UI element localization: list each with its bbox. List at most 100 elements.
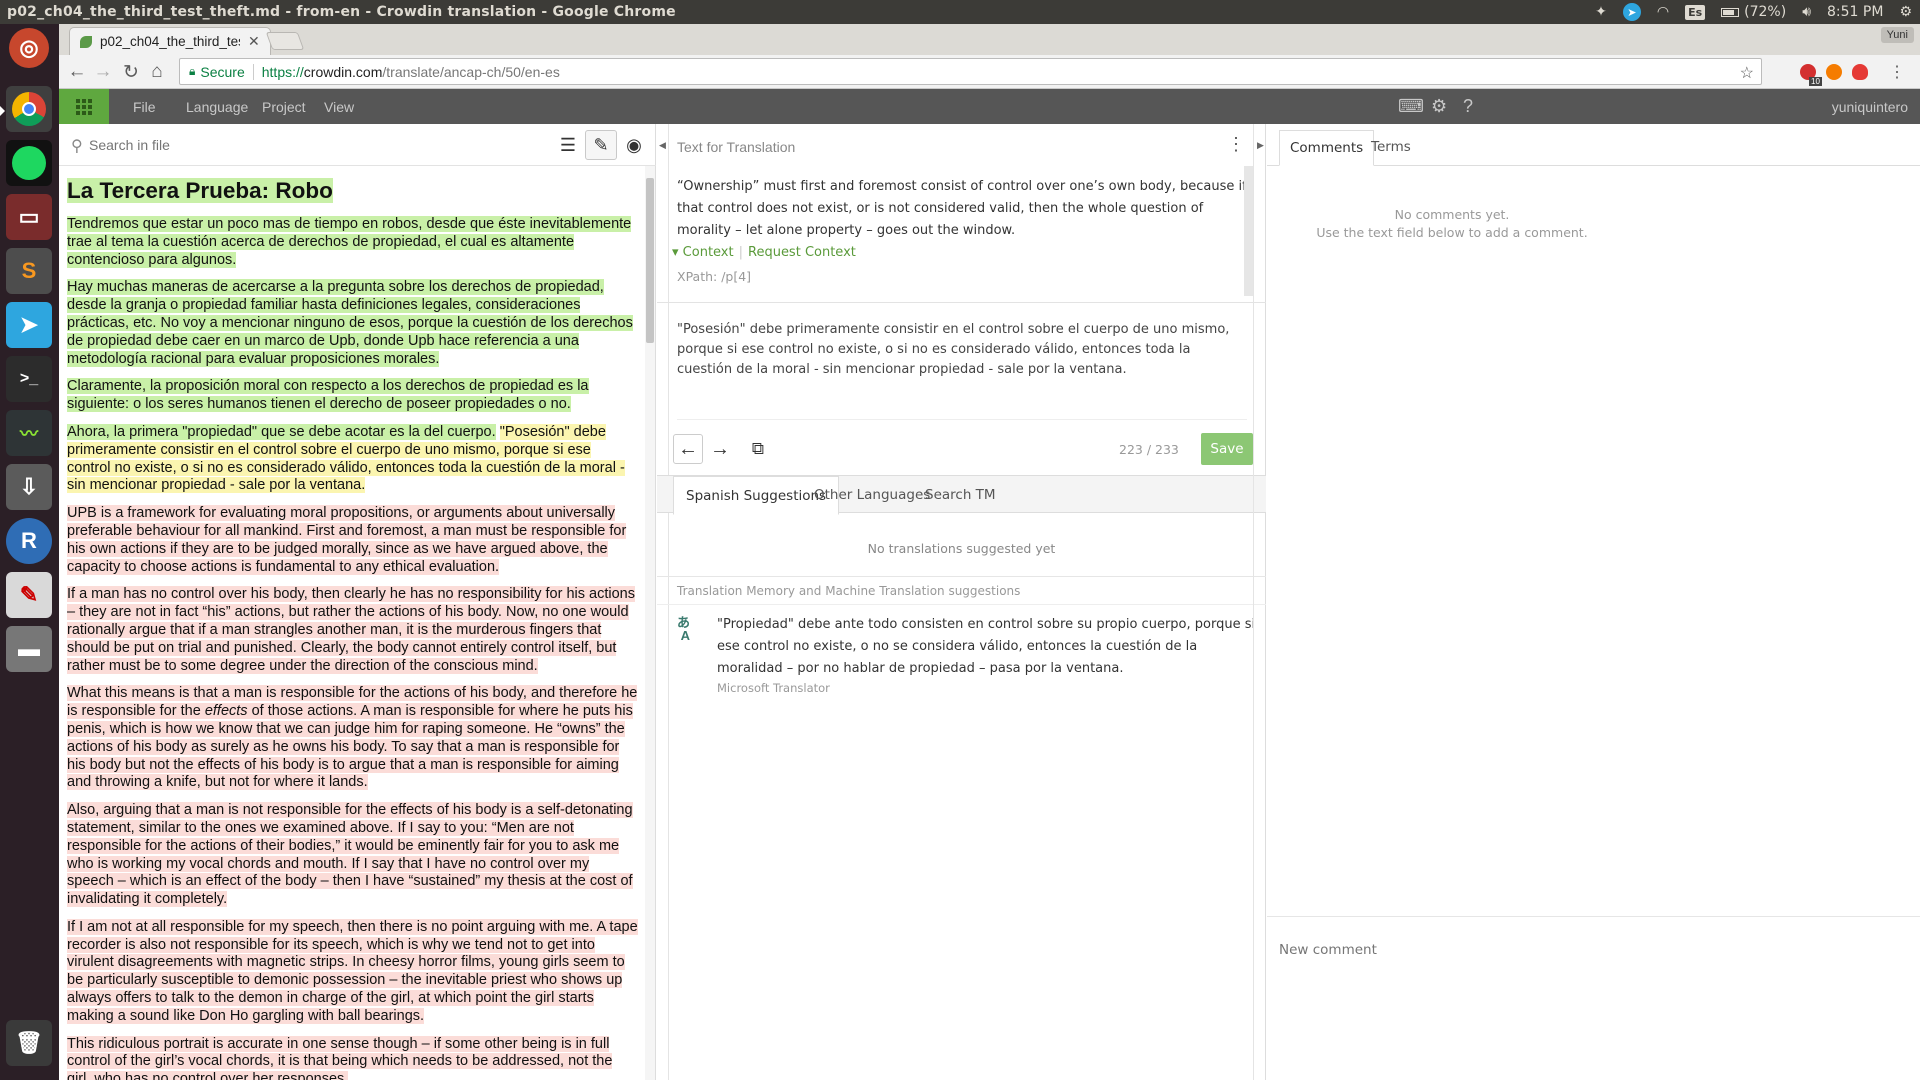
collapse-right-panel-button[interactable]: ▶ xyxy=(1253,124,1265,1080)
segment-translated[interactable]: Tendremos que estar un poco mas de tiemp… xyxy=(67,216,632,268)
scrollbar-thumb[interactable] xyxy=(646,178,654,343)
menu-view[interactable]: View xyxy=(324,99,354,115)
telegram-icon[interactable]: ➤ xyxy=(6,302,52,348)
segment-untranslated[interactable]: What this means is that a man is respons… xyxy=(67,685,638,791)
file-manager-icon[interactable]: ▭ xyxy=(6,194,52,240)
menu-language[interactable]: Language xyxy=(186,99,248,115)
spotify-icon[interactable] xyxy=(6,140,52,186)
more-vertical-icon[interactable]: ⋮ xyxy=(1227,134,1245,155)
request-context-link[interactable]: Request Context xyxy=(748,245,856,260)
crowdin-editor: File Language Project View ⌨ ⚙ ? yuniqui… xyxy=(59,89,1920,1080)
new-tab-button[interactable] xyxy=(265,32,305,50)
search-icon: ⚲ xyxy=(71,138,83,155)
drive-icon[interactable]: ▬ xyxy=(6,626,52,672)
forward-arrow-icon[interactable]: → xyxy=(91,60,115,84)
username-menu[interactable]: yuniquintero xyxy=(1832,99,1908,115)
help-icon[interactable]: ? xyxy=(1463,96,1473,117)
system-monitor-icon[interactable]: 〰 xyxy=(6,410,52,456)
divider: | xyxy=(738,245,743,260)
r-language-icon[interactable]: R xyxy=(6,518,52,564)
clock[interactable]: 8:51 PM xyxy=(1819,0,1891,24)
comments-pane: Comments Terms No comments yet. Use the … xyxy=(1267,124,1920,1080)
keyboard-layout-indicator[interactable]: Es xyxy=(1677,0,1713,24)
next-string-arrow-icon[interactable]: → xyxy=(705,434,735,464)
keyboard-icon[interactable]: ⌨ xyxy=(1398,96,1424,117)
trash-icon[interactable]: 🗑︎ xyxy=(6,1020,52,1066)
source-scrollbar[interactable] xyxy=(1244,166,1253,296)
segment-untranslated[interactable]: UPB is a framework for evaluating moral … xyxy=(67,505,627,575)
profile-button[interactable]: Yuni xyxy=(1880,27,1914,43)
mt-suggestion[interactable]: "Propiedad" debe ante todo consisten en … xyxy=(717,614,1257,680)
document-title[interactable]: La Tercera Prueba: Robo xyxy=(67,178,333,203)
segment-translated[interactable]: Hay muchas maneras de acercarse a la pre… xyxy=(67,279,633,367)
context-toggle[interactable]: ▾ Context xyxy=(672,245,734,260)
tab-title: p02_ch04_the_third_test_theft.md xyxy=(100,34,240,49)
list-view-icon[interactable]: ☰ xyxy=(552,130,584,160)
empty-suggestions-text: No translations suggested yet xyxy=(867,541,1056,556)
segment-untranslated[interactable]: If I am not at all responsible for my sp… xyxy=(67,918,638,1024)
save-button[interactable]: Save xyxy=(1201,433,1253,465)
terminal-icon[interactable]: >_ xyxy=(6,356,52,402)
extension-badge: 10 xyxy=(1809,77,1822,86)
previous-string-arrow-icon[interactable]: ← xyxy=(673,434,703,464)
tab-search-tm[interactable]: Search TM xyxy=(913,476,1008,514)
divider xyxy=(657,302,1266,303)
menu-project[interactable]: Project xyxy=(262,99,306,115)
software-updater-icon[interactable]: ⇩ xyxy=(6,464,52,510)
tab-terms[interactable]: Terms xyxy=(1361,130,1421,166)
crowdin-favicon-icon xyxy=(80,35,92,48)
empty-comments-line1: No comments yet. xyxy=(1394,207,1510,222)
power-gear-icon[interactable]: ⚙ xyxy=(1891,0,1920,24)
segment-untranslated[interactable]: Also, arguing that a man is not responsi… xyxy=(67,802,633,908)
close-tab-icon[interactable]: ✕ xyxy=(248,33,260,50)
browser-tab-active[interactable]: p02_ch04_the_third_test_theft.md ✕ xyxy=(69,27,271,55)
window-title: p02_ch04_the_third_test_theft.md - from-… xyxy=(7,4,676,20)
suggestion-tabs: Spanish Suggestions Other Languages Sear… xyxy=(657,475,1266,515)
new-comment-input[interactable] xyxy=(1279,942,1779,958)
edit-mode-pencil-icon[interactable]: ✎ xyxy=(585,130,617,160)
battery-indicator[interactable]: (72%) xyxy=(1713,0,1794,24)
segment-translated[interactable]: Ahora, la primera "propiedad" que se deb… xyxy=(67,423,496,440)
extension-fire-icon[interactable] xyxy=(1852,64,1868,80)
preview-eye-icon[interactable]: ◉ xyxy=(618,130,650,160)
divider xyxy=(657,576,1266,577)
text-editor-icon[interactable]: ✎ xyxy=(6,572,52,618)
home-icon[interactable]: ⌂ xyxy=(145,60,169,84)
character-count: 223 / 233 xyxy=(1119,442,1179,457)
segment-translated[interactable]: Claramente, la proposición moral con res… xyxy=(67,378,589,413)
apps-grid-button[interactable] xyxy=(59,89,109,124)
back-arrow-icon[interactable]: ← xyxy=(65,60,89,84)
search-in-file-input[interactable] xyxy=(89,134,389,156)
empty-comments-text: No comments yet. Use the text field belo… xyxy=(1267,206,1637,242)
file-scrollbar[interactable] xyxy=(645,166,655,1080)
settings-gear-icon[interactable]: ⚙ xyxy=(1431,96,1447,117)
xpath-label: XPath: /p[4] xyxy=(677,269,752,284)
context-row: ▾ Context | Request Context xyxy=(672,245,856,260)
document-preview: La Tercera Prueba: Robo Tendremos que es… xyxy=(59,166,646,1080)
copy-source-icon[interactable]: ⧉ xyxy=(743,434,773,464)
translation-textarea[interactable]: "Posesión" debe primeramente consistir e… xyxy=(677,320,1247,380)
editor-menubar: File Language Project View ⌨ ⚙ ? yuniqui… xyxy=(59,89,1920,124)
chevron-left-icon: ◀ xyxy=(659,140,666,150)
translate-icon: あ A xyxy=(677,615,691,643)
extension-orange-icon[interactable] xyxy=(1826,64,1842,80)
segment-untranslated[interactable]: This ridiculous portrait is accurate in … xyxy=(67,1035,613,1080)
chrome-launcher-icon[interactable] xyxy=(6,86,52,132)
ubuntu-dash-icon[interactable]: ◎ xyxy=(9,28,49,68)
segment-untranslated[interactable]: If a man has no control over his body, t… xyxy=(67,586,635,674)
dropbox-icon[interactable]: ✦ xyxy=(1587,0,1615,24)
chrome-menu-icon[interactable]: ⋮ xyxy=(1885,60,1909,84)
bookmark-star-icon[interactable]: ☆ xyxy=(1740,63,1754,83)
wifi-icon[interactable]: ◠ xyxy=(1649,0,1677,24)
tab-comments[interactable]: Comments xyxy=(1279,130,1375,166)
reload-icon[interactable]: ↻ xyxy=(119,60,143,84)
sublime-text-icon[interactable]: S xyxy=(6,248,52,294)
collapse-left-panel-button[interactable]: ◀ xyxy=(657,124,669,1080)
source-string: “Ownership” must first and foremost cons… xyxy=(677,179,1247,238)
volume-icon[interactable]: 🔊︎ xyxy=(1794,0,1819,24)
telegram-tray-icon[interactable]: ➤ xyxy=(1615,0,1649,24)
address-bar[interactable]: 🔒︎ Secure https:// crowdin.com /translat… xyxy=(179,58,1762,85)
system-tray: ✦ ➤ ◠ Es (72%) 🔊︎ 8:51 PM ⚙ xyxy=(1587,0,1920,24)
menu-file[interactable]: File xyxy=(133,99,156,115)
battery-percent: (72%) xyxy=(1744,4,1787,20)
